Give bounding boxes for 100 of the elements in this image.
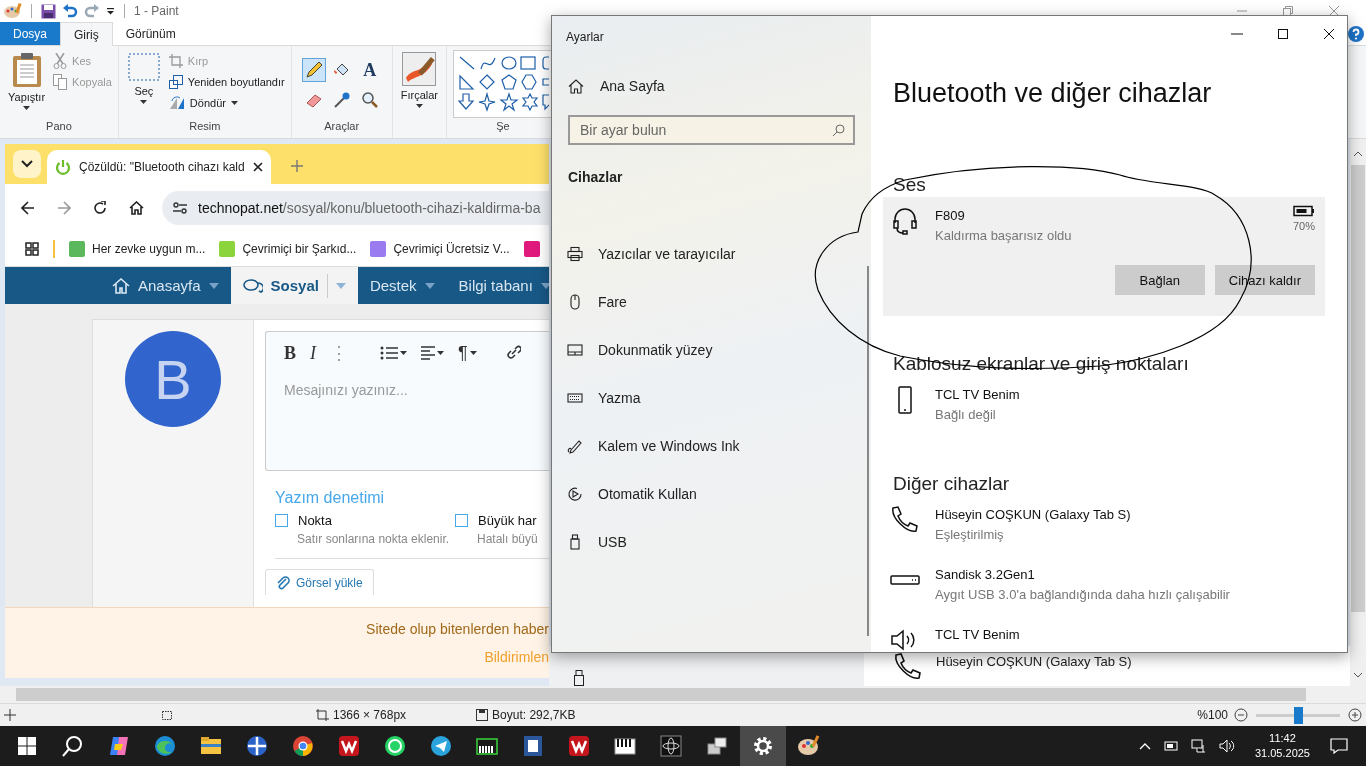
tool-button[interactable]: A <box>357 58 382 82</box>
home-icon[interactable] <box>129 200 144 215</box>
device-item[interactable]: Sandisk 3.2Gen1 Aygıt USB 3.0'a bağlandığında daha hızlı çalışabilir <box>883 556 1325 616</box>
reload-icon[interactable] <box>93 200 107 215</box>
group-title: Ses <box>893 173 927 197</box>
settings-icon <box>751 734 775 758</box>
ribbon-button[interactable]: Seç <box>124 50 163 120</box>
window-title: 1 - Paint <box>134 4 179 18</box>
close-icon[interactable] <box>1323 28 1335 40</box>
paragraph-button[interactable]: ¶ <box>458 342 477 364</box>
device-name: TCL TV Benim <box>935 387 1021 402</box>
nav-item[interactable]: Yazma <box>567 374 855 422</box>
close-icon[interactable] <box>252 162 263 172</box>
browser-tab[interactable]: Çözüldü: "Bluetooth cihazı kald <box>47 150 271 184</box>
ribbon-tab[interactable]: Giriş <box>60 22 113 46</box>
windows-logo-icon <box>15 734 39 758</box>
site-settings-icon[interactable] <box>172 200 188 215</box>
device-status: Aygıt USB 3.0'a bağlandığında daha hızlı çalışabilir <box>935 587 1231 602</box>
resize-icon <box>168 74 183 89</box>
color-picker-icon <box>332 91 351 109</box>
taskbar-button[interactable] <box>740 726 786 766</box>
zoom-out-icon[interactable] <box>1234 708 1248 722</box>
mouse-icon <box>567 294 583 310</box>
ribbon-tab[interactable]: Görünüm <box>112 22 189 45</box>
notification-icon[interactable] <box>1330 738 1348 754</box>
clock-date[interactable]: 31.05.2025 <box>1254 746 1310 761</box>
bookmark-link[interactable]: Çevrimiçi bir Şarkıd... <box>242 241 357 256</box>
undo-icon[interactable] <box>62 3 78 19</box>
palette-icon <box>4 3 22 19</box>
home-link[interactable]: Ana Sayfa <box>568 78 855 94</box>
new-tab-icon[interactable] <box>290 160 303 172</box>
address-bar[interactable]: technopat.net/sosyal/konu/bluetooth-cihazi-kaldirma-ba <box>162 190 549 225</box>
ribbon-button[interactable]: Döndür <box>168 94 285 111</box>
zoom-slider-thumb[interactable] <box>1294 706 1303 724</box>
help-icon[interactable] <box>1348 26 1364 42</box>
paperclip-icon <box>276 575 290 591</box>
nav-item[interactable]: Dokunmatik yüzey <box>567 326 855 374</box>
magnifier-icon <box>360 91 379 109</box>
home-icon <box>112 277 130 294</box>
nav-tab[interactable]: Sosyal <box>230 267 358 304</box>
avatar: B <box>125 331 221 427</box>
upload-button[interactable]: Görsel yükle <box>265 569 374 595</box>
scroll-up-icon[interactable] <box>1353 151 1363 157</box>
caret-icon <box>400 351 407 355</box>
device-item[interactable]: Hüseyin COŞKUN (Galaxy Tab S) Eşleştirilmiş <box>883 496 1325 556</box>
bold-button[interactable]: B <box>284 342 296 364</box>
checkbox[interactable] <box>275 514 288 527</box>
tab-menu-button[interactable] <box>13 150 41 178</box>
device-item[interactable]: TCL TV Benim <box>883 616 1325 652</box>
ribbon-button[interactable]: Yapıştır <box>6 50 48 120</box>
window-title: Ayarlar <box>566 30 605 44</box>
ribbon-tab[interactable]: Dosya <box>0 22 60 45</box>
swirl-icon <box>153 734 177 758</box>
device-item[interactable]: TCL TV Benim Bağlı değil <box>883 376 1325 436</box>
checkbox[interactable] <box>455 514 468 527</box>
italic-button[interactable]: I <box>310 342 316 364</box>
chat-icon <box>242 277 263 294</box>
shapes-gallery[interactable] <box>453 50 553 118</box>
tool-button[interactable] <box>301 58 326 82</box>
volume-icon[interactable] <box>1218 739 1235 753</box>
caret-icon <box>424 282 435 289</box>
nav-item[interactable]: Yazıcılar ve tarayıcılar <box>567 230 855 278</box>
ribbon-button[interactable]: Fırçalar <box>398 50 440 138</box>
save-icon[interactable] <box>41 3 56 19</box>
battery-icon[interactable] <box>1162 740 1179 752</box>
nav-item[interactable]: Kalem ve Windows Ink <box>567 422 855 470</box>
nav-item[interactable]: USB <box>567 518 855 566</box>
apps-grid-icon[interactable] <box>25 241 39 256</box>
message-editor[interactable]: B I ⋮ ¶ Mesajınızı yazınız... <box>265 331 549 471</box>
nav-tab[interactable]: Bilgi tabanı <box>446 267 549 304</box>
bookmark-link[interactable]: Her zevke uygun m... <box>92 241 206 256</box>
device-status: Eşleştirilmiş <box>935 527 1005 542</box>
ribbon-button[interactable]: Yeniden boyutlandır <box>168 73 285 90</box>
back-icon[interactable] <box>21 200 35 215</box>
zoom-level: %100 <box>1197 708 1228 722</box>
nav-item[interactable]: Otomatik Kullan <box>567 470 855 518</box>
search-field[interactable]: Bir ayar bulun <box>568 115 855 145</box>
network-icon[interactable] <box>1190 739 1207 753</box>
tab-title: Çözüldü: "Bluetooth cihazı kald <box>79 160 245 174</box>
section-title: Yazım denetimi <box>275 489 386 507</box>
forward-icon[interactable] <box>57 200 71 215</box>
nav-tab[interactable]: Destek <box>357 267 447 304</box>
chevron-up-icon[interactable] <box>1138 742 1151 750</box>
nav-tab[interactable]: Anasayfa <box>100 267 231 304</box>
caret-icon <box>140 100 148 104</box>
caret-icon <box>540 282 549 289</box>
scroll-down-icon[interactable] <box>1353 672 1363 678</box>
device-name: Hüseyin COŞKUN (Galaxy Tab S) <box>936 653 1132 669</box>
autoplay-icon <box>567 486 583 502</box>
device-name: F809 <box>935 208 966 223</box>
keyboard-icon <box>567 390 583 406</box>
group-label: Şe <box>495 120 511 134</box>
customize-caret-icon[interactable] <box>106 7 115 15</box>
bookmark-link[interactable]: Çevrimiçi Ücretsiz V... <box>393 241 510 256</box>
clock-time[interactable]: 11:42 <box>1269 731 1296 746</box>
nav-item[interactable]: Fare <box>567 278 855 326</box>
restore-icon[interactable] <box>1282 5 1294 17</box>
zoom-in-icon[interactable] <box>1348 708 1362 722</box>
maximize-icon[interactable] <box>1277 28 1289 40</box>
device-action-button[interactable]: Bağlan <box>1114 265 1205 295</box>
